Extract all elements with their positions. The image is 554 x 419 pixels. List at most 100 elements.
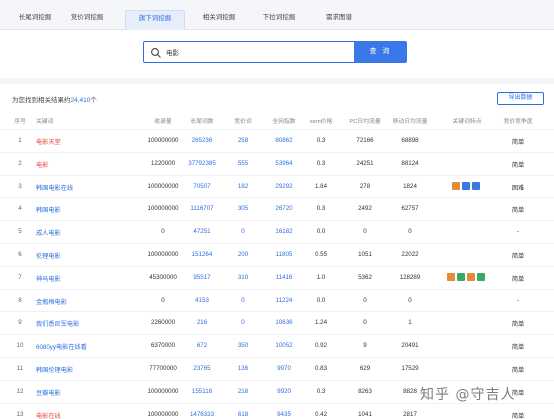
- column-header-2: 关键词: [36, 119, 54, 125]
- table-row: 11 韩国伦理电影 77700000 23765 136 9970 0.83 629 17529…: [0, 356, 554, 380]
- cell-kw[interactable]: 豆瓣电影: [36, 388, 61, 397]
- cell-jj[interactable]: 258: [238, 137, 248, 144]
- column-header-4[interactable]: 长尾词数: [190, 116, 213, 125]
- cell-jj[interactable]: 618: [238, 411, 248, 418]
- cell-yd: 8828: [403, 387, 417, 395]
- column-header-6[interactable]: 全网指数: [272, 116, 295, 125]
- tab-3[interactable]: 旗下词挖掘: [125, 10, 185, 30]
- cell-jj[interactable]: 0: [241, 319, 244, 326]
- cell-qw[interactable]: 10052: [275, 342, 292, 349]
- cell-kw[interactable]: 韩国电影在线: [36, 183, 73, 192]
- cell-cw[interactable]: 95517: [193, 274, 210, 281]
- cell-sl: 100000000: [147, 250, 179, 258]
- cell-sl: 6370000: [150, 342, 176, 350]
- cell-kw[interactable]: 成人电影: [36, 228, 61, 237]
- cell-cw[interactable]: 37792385: [188, 160, 216, 167]
- tab-1[interactable]: 长尾词挖掘: [10, 10, 60, 30]
- cell-sem: 1.24: [314, 319, 328, 327]
- cell-cw[interactable]: 47251: [193, 228, 210, 235]
- cell-kw[interactable]: 金瓶梅电影: [36, 297, 67, 306]
- cell-qw[interactable]: 26720: [275, 205, 292, 212]
- cell-yd: 1824: [403, 182, 417, 190]
- tab-5[interactable]: 下拉词挖掘: [255, 10, 303, 30]
- cell-jj[interactable]: 0: [241, 228, 244, 235]
- cell-cw[interactable]: 4153: [195, 297, 209, 304]
- column-header-3[interactable]: 收录量: [154, 116, 171, 125]
- cell-qw[interactable]: 53964: [275, 160, 292, 167]
- cell-qw[interactable]: 11805: [276, 251, 293, 258]
- search-icon: [151, 48, 161, 58]
- cell-idx: 12: [16, 387, 24, 395]
- cell-cw[interactable]: 672: [197, 342, 207, 349]
- cell-qw[interactable]: 16182: [275, 228, 292, 235]
- cell-cw[interactable]: 155116: [192, 388, 212, 395]
- cell-jj[interactable]: 350: [238, 342, 248, 349]
- search-button[interactable]: 查 询: [354, 41, 407, 63]
- cell-sem: 1.84: [314, 182, 328, 190]
- cell-jj[interactable]: 310: [238, 274, 248, 281]
- cell-sl: 0: [161, 228, 165, 236]
- cell-sl: 45300000: [149, 273, 177, 281]
- cell-idx: 2: [18, 159, 22, 167]
- cell-jz: -: [516, 228, 520, 236]
- cell-jj[interactable]: 200: [238, 251, 248, 258]
- column-header-8[interactable]: PC日均流量: [349, 116, 380, 125]
- cell-qw[interactable]: 10636: [275, 319, 292, 326]
- cell-qw[interactable]: 9970: [277, 365, 291, 372]
- cell-jj[interactable]: 305: [238, 205, 248, 212]
- cell-cw[interactable]: 70507: [193, 183, 210, 190]
- cell-kw[interactable]: 电影在线: [36, 411, 61, 419]
- tab-4[interactable]: 相关词挖掘: [195, 10, 243, 30]
- cell-qw[interactable]: 11416: [276, 274, 293, 281]
- cell-cw[interactable]: 23765: [193, 365, 210, 372]
- cell-qw[interactable]: 9920: [277, 388, 291, 395]
- table-header: 序号 关键词 收录量 长尾词数 竞价词 全网指数 sem价格 PC日均流量 移动日均流量 关键词特…: [0, 112, 554, 128]
- cell-kw[interactable]: 韩国电影: [36, 205, 61, 214]
- table-row: 13 电影在线 100000000 1476333 618 9435 0.42 1041 281…: [0, 402, 554, 419]
- table-row: 10 6080yy电影在线看 6370000 672 350 10052 0.92 9 2049…: [0, 334, 554, 357]
- export-data-button[interactable]: 导出数据: [497, 92, 544, 105]
- cell-jj[interactable]: 182: [238, 183, 248, 190]
- table-row: 2 电影 1220000 37792385 555 53964 0.3 24251 88124 简…: [0, 151, 554, 175]
- cell-kw[interactable]: 电影天堂: [36, 137, 61, 146]
- column-header-5[interactable]: 竞价词: [234, 116, 251, 125]
- cell-cw[interactable]: 1116707: [190, 205, 213, 212]
- cell-idx: 6: [18, 250, 22, 258]
- cell-jj[interactable]: 136: [238, 365, 248, 372]
- column-header-7[interactable]: sem价格: [310, 116, 333, 125]
- cell-qw[interactable]: 29292: [275, 183, 292, 190]
- table-row: 5 成人电影 0 47251 0 16182 0.0 0 0 -: [0, 220, 554, 243]
- cell-jj[interactable]: 555: [238, 160, 248, 167]
- cell-kw[interactable]: 6080yy电影在线看: [36, 342, 87, 351]
- cell-sem: 0.3: [316, 137, 326, 144]
- cell-yd: 88124: [401, 159, 419, 167]
- cell-jz: 简单: [511, 252, 525, 260]
- cell-qw[interactable]: 9435: [277, 411, 291, 418]
- cell-yd: 2817: [403, 410, 417, 418]
- cell-cw[interactable]: 151264: [192, 251, 213, 258]
- cell-idx: 8: [18, 296, 22, 304]
- cell-kw[interactable]: 伦理电影: [36, 251, 61, 260]
- column-header-10[interactable]: 关键词特点: [453, 116, 482, 125]
- cell-cw[interactable]: 1476333: [190, 411, 214, 418]
- cell-qw[interactable]: 11224: [276, 297, 293, 304]
- cell-kw[interactable]: 神马电影: [36, 274, 61, 283]
- column-header-11[interactable]: 竞价竞争度: [504, 116, 533, 125]
- search-input[interactable]: [166, 45, 346, 59]
- tab-6[interactable]: 需求图谱: [315, 10, 363, 30]
- cell-jj[interactable]: 218: [238, 388, 248, 395]
- cell-cw[interactable]: 216: [197, 319, 207, 326]
- cell-jj[interactable]: 0: [241, 297, 244, 304]
- column-header-9[interactable]: 移动日均流量: [393, 116, 428, 125]
- cell-qw[interactable]: 80862: [275, 137, 292, 144]
- cell-jz: 简单: [511, 321, 525, 329]
- cell-sem: 0.3: [316, 205, 326, 213]
- cell-kw[interactable]: 我们悉尼军电影: [36, 319, 79, 328]
- cell-kw[interactable]: 电影: [36, 160, 48, 169]
- cell-idx: 10: [16, 342, 24, 350]
- cell-kw[interactable]: 韩国伦理电影: [36, 365, 73, 374]
- tab-2[interactable]: 竞价词挖掘: [62, 10, 112, 30]
- column-header-1: 序号: [14, 119, 26, 125]
- cell-cw[interactable]: 265236: [192, 137, 213, 144]
- search-box: [143, 41, 354, 63]
